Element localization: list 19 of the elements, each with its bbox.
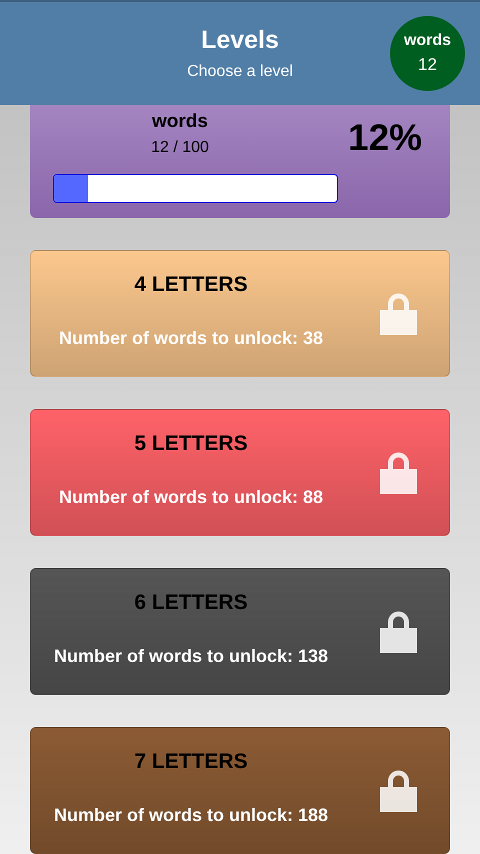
level-card[interactable]: 7 LETTERS Number of words to unlock: 188	[30, 727, 450, 854]
level-title: 5 LETTERS	[134, 431, 248, 457]
level-card[interactable]: 4 LETTERS Number of words to unlock: 38	[30, 250, 450, 377]
progress-count: 12 / 100	[150, 138, 210, 158]
unlock-requirement: Number of words to unlock: 88	[58, 486, 324, 510]
progress-label: words	[151, 110, 209, 134]
screen-title: Levels	[201, 25, 279, 56]
level-card[interactable]: 6 LETTERS Number of words to unlock: 138	[30, 568, 450, 695]
level-card[interactable]: 5 LETTERS Number of words to unlock: 88	[30, 409, 450, 536]
level-title: 7 LETTERS	[134, 749, 248, 775]
badge-count: 12	[418, 54, 437, 76]
screen-subtitle: Choose a level	[187, 62, 293, 82]
level-title: 6 LETTERS	[134, 590, 248, 616]
unlock-requirement: Number of words to unlock: 138	[52, 645, 330, 668]
badge-label: words	[404, 30, 452, 50]
unlock-requirement: Number of words to unlock: 188	[52, 804, 330, 828]
unlock-requirement: Number of words to unlock: 38	[58, 327, 324, 350]
level-title: 4 LETTERS	[134, 272, 248, 298]
progress-percent: 12%	[348, 116, 422, 160]
